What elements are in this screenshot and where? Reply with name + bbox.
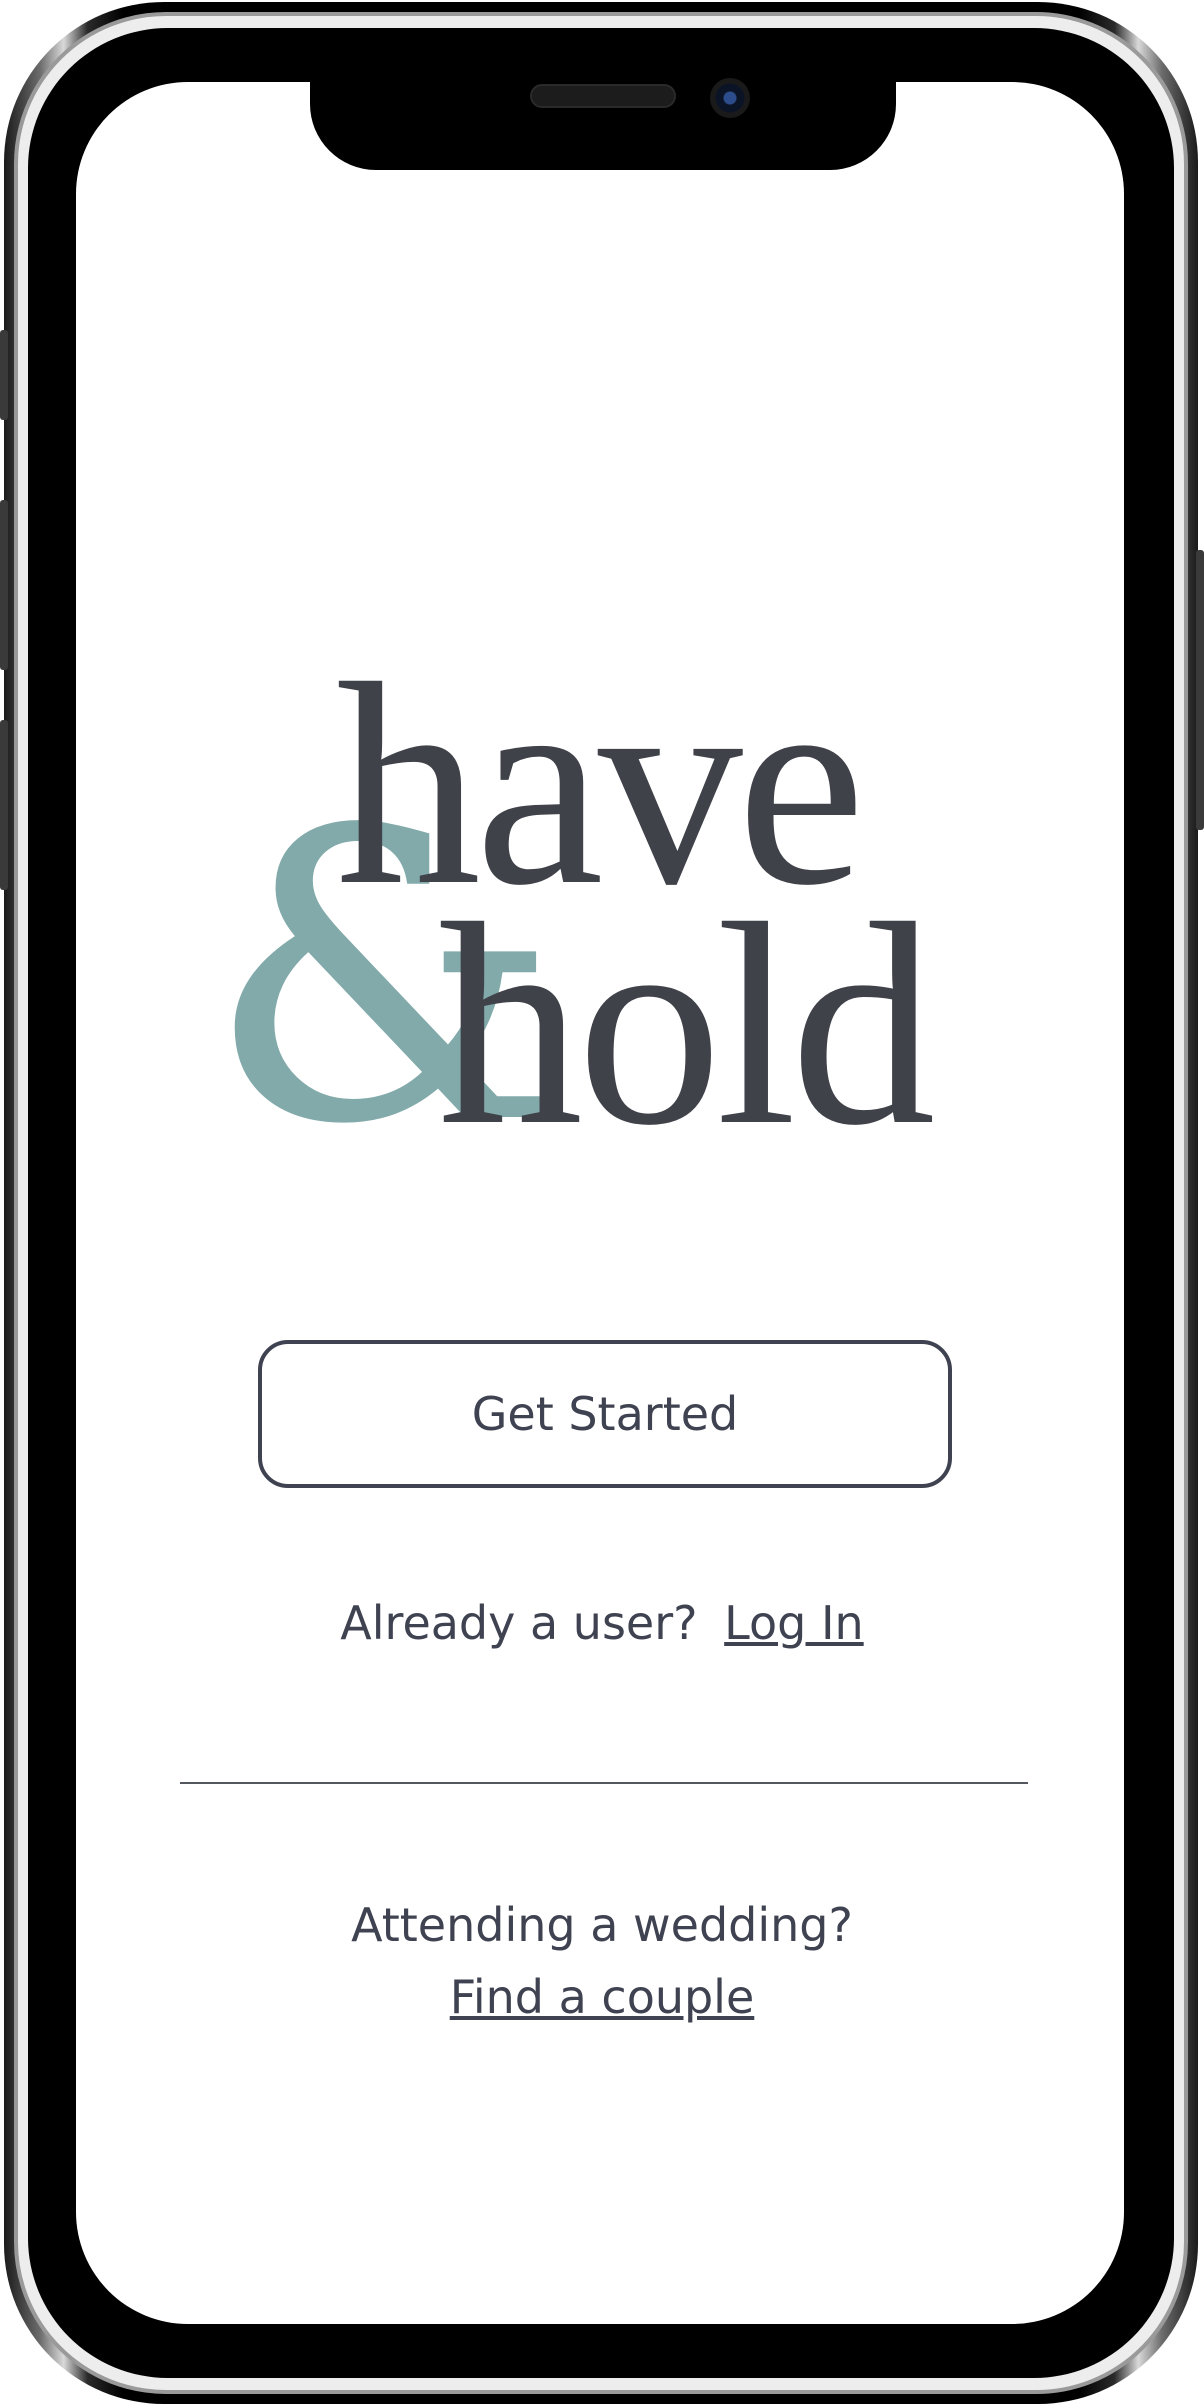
get-started-button[interactable]: Get Started: [258, 1340, 952, 1488]
power-button: [1196, 550, 1204, 830]
earpiece-speaker: [530, 84, 676, 108]
login-row: Already a user? Log In: [0, 1596, 1204, 1650]
volume-up-button: [0, 500, 8, 670]
find-couple-row: Find a couple: [0, 1970, 1204, 2024]
log-in-link[interactable]: Log In: [724, 1596, 864, 1650]
section-divider: [180, 1782, 1028, 1784]
find-couple-link[interactable]: Find a couple: [450, 1970, 755, 2024]
login-prompt: Already a user?: [340, 1596, 698, 1650]
mute-switch: [0, 330, 8, 420]
attending-prompt: Attending a wedding?: [351, 1898, 853, 1952]
volume-down-button: [0, 720, 8, 890]
front-camera-icon: [710, 78, 750, 118]
get-started-label: Get Started: [471, 1387, 739, 1441]
